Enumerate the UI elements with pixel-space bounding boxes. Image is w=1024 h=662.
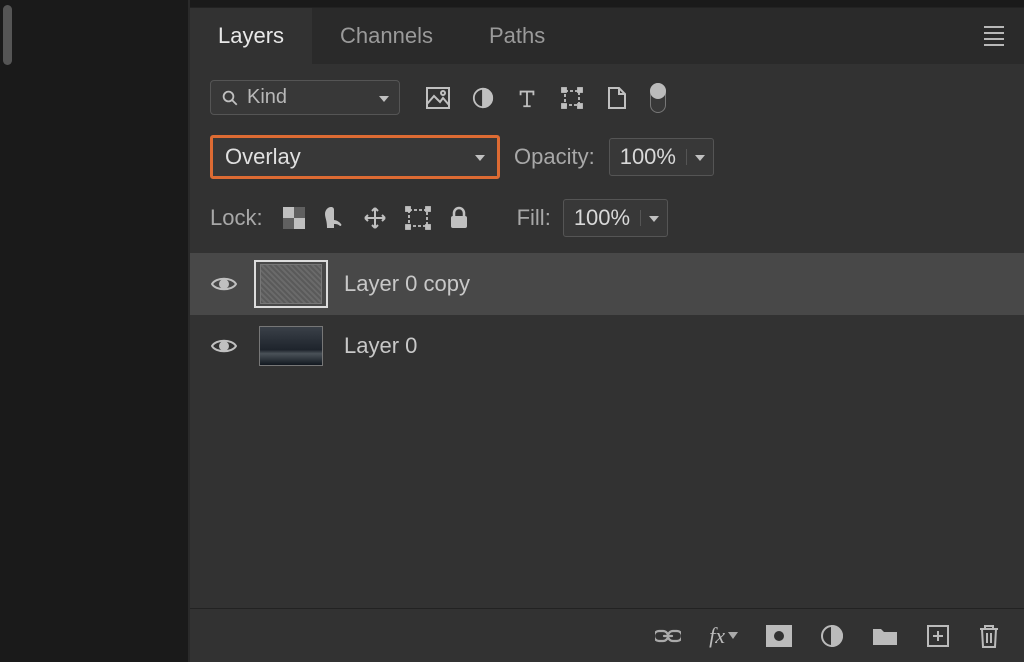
pixel-layer-filter-icon[interactable] [426, 87, 450, 109]
panel-tab-bar: Layers Channels Paths [190, 8, 1024, 64]
canvas-area [0, 0, 190, 662]
chevron-down-icon [686, 149, 713, 165]
opacity-label: Opacity: [514, 144, 595, 170]
chevron-down-icon [640, 210, 667, 226]
filter-toggle-switch[interactable] [650, 83, 666, 113]
blend-mode-value: Overlay [225, 144, 301, 170]
canvas-scrollbar[interactable] [3, 5, 12, 65]
type-layer-filter-icon[interactable] [516, 87, 538, 109]
layer-panel-footer: fx [190, 608, 1024, 662]
lock-label: Lock: [210, 205, 263, 231]
layer-thumbnail[interactable] [254, 322, 328, 370]
search-icon [221, 89, 239, 107]
layer-effects-icon[interactable]: fx [709, 623, 738, 649]
tab-channels[interactable]: Channels [312, 8, 461, 64]
filter-kind-label: Kind [247, 86, 287, 109]
lock-transparency-icon[interactable] [283, 207, 305, 229]
chevron-down-icon [379, 95, 389, 101]
lock-artboard-icon[interactable] [405, 206, 431, 230]
blend-mode-row: Overlay Opacity: 100% [190, 125, 1024, 189]
new-group-icon[interactable] [872, 625, 898, 647]
layers-panel: Layers Channels Paths Kind [190, 0, 1024, 662]
blend-mode-dropdown[interactable]: Overlay [210, 135, 500, 179]
filter-type-icons [426, 83, 666, 113]
shape-layer-filter-icon[interactable] [560, 86, 584, 110]
lock-all-icon[interactable] [449, 206, 469, 230]
lock-image-icon[interactable] [323, 206, 345, 230]
fill-value: 100% [564, 200, 640, 236]
layer-item[interactable]: Layer 0 copy [190, 253, 1024, 315]
lock-row: Lock: Fill: 100% [190, 189, 1024, 253]
adjustment-layer-filter-icon[interactable] [472, 87, 494, 109]
layer-list: Layer 0 copy Layer 0 [190, 253, 1024, 608]
smart-object-filter-icon[interactable] [606, 86, 628, 110]
new-layer-icon[interactable] [926, 624, 950, 648]
fill-input[interactable]: 100% [563, 199, 668, 237]
visibility-toggle-icon[interactable] [210, 275, 238, 293]
panel-divider [190, 0, 1024, 8]
delete-layer-icon[interactable] [978, 623, 1000, 649]
panel-menu-icon[interactable] [984, 26, 1004, 46]
filter-row: Kind [190, 64, 1024, 125]
layer-name-label[interactable]: Layer 0 copy [344, 271, 470, 297]
filter-kind-dropdown[interactable]: Kind [210, 80, 400, 115]
tab-paths[interactable]: Paths [461, 8, 573, 64]
visibility-toggle-icon[interactable] [210, 337, 238, 355]
fill-label: Fill: [517, 205, 551, 231]
chevron-down-icon [475, 154, 485, 160]
link-layers-icon[interactable] [655, 628, 681, 644]
opacity-input[interactable]: 100% [609, 138, 714, 176]
layer-name-label[interactable]: Layer 0 [344, 333, 417, 359]
layer-mask-icon[interactable] [766, 625, 792, 647]
layer-thumbnail[interactable] [254, 260, 328, 308]
tab-layers[interactable]: Layers [190, 8, 312, 64]
opacity-value: 100% [610, 139, 686, 175]
lock-position-icon[interactable] [363, 206, 387, 230]
adjustment-layer-icon[interactable] [820, 624, 844, 648]
layer-item[interactable]: Layer 0 [190, 315, 1024, 377]
